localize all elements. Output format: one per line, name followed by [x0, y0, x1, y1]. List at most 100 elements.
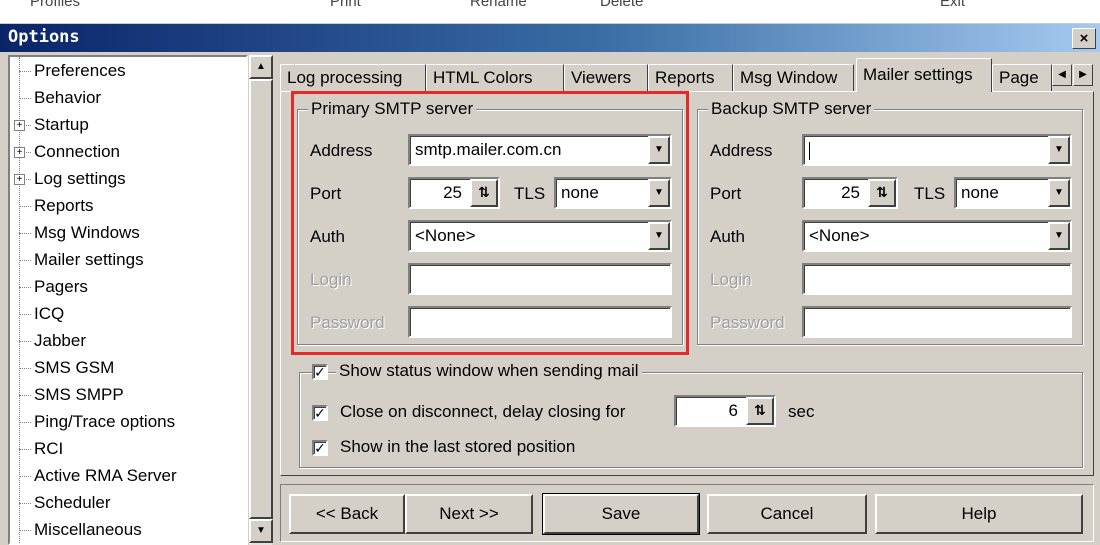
spin-button[interactable]: ⇅ [868, 179, 896, 207]
window-title: Options [8, 27, 80, 47]
tab-reports[interactable]: Reports [648, 64, 733, 92]
tree-item-label: ICQ [34, 304, 65, 323]
tree-item-label: Log settings [34, 169, 126, 188]
tree-connector [19, 98, 31, 99]
tab-pagers[interactable]: Page [992, 64, 1052, 92]
spin-button[interactable]: ⇅ [746, 397, 774, 425]
save-button[interactable]: Save [542, 493, 700, 535]
last-position-label: Show in the last stored position [340, 437, 576, 456]
scroll-down-button[interactable]: ▼ [249, 519, 273, 543]
back-button[interactable]: << Back [289, 494, 405, 534]
arrow-left-icon: ◀ [1058, 69, 1066, 80]
arrow-right-icon: ▶ [1079, 69, 1087, 80]
help-button[interactable]: Help [875, 494, 1083, 534]
backup-login-field[interactable] [802, 263, 1072, 295]
backup-auth-combo[interactable]: <None> ▼ [802, 220, 1072, 252]
cancel-button[interactable]: Cancel [707, 494, 867, 534]
expand-plus-icon[interactable]: + [14, 147, 25, 158]
background-app-strip: Profiles Print Rename Delete Exit [0, 0, 1100, 24]
tab-viewers[interactable]: Viewers [564, 64, 648, 92]
tab-label: Msg Window [740, 68, 838, 87]
tree-item-label: Pagers [34, 277, 88, 296]
tab-label: Page [999, 68, 1039, 87]
tab-log-processing[interactable]: Log processing [280, 64, 426, 92]
show-status-checkbox[interactable]: ✓ [312, 364, 328, 380]
backup-address-combo[interactable]: ▼ [802, 134, 1072, 166]
backup-password-field[interactable] [802, 306, 1072, 338]
close-icon: × [1079, 30, 1089, 47]
group-legend: Backup SMTP server [708, 99, 875, 119]
tree-connector [19, 449, 31, 450]
status-window-group: ✓ Show status window when sending mail ✓… [299, 361, 1083, 468]
tab-scroll-right-button[interactable]: ▶ [1073, 64, 1093, 86]
tree-item-label: Behavior [34, 88, 102, 107]
last-position-checkbox[interactable]: ✓ [312, 440, 328, 456]
close-on-disconnect-checkbox[interactable]: ✓ [312, 405, 328, 421]
button-label: Save [601, 504, 641, 523]
tree-item-label: Preferences [34, 61, 126, 80]
chevron-down-icon: ▼ [1054, 187, 1064, 198]
backup-port-spinner[interactable]: 25 ⇅ [802, 177, 898, 209]
background-label: Delete [600, 0, 644, 10]
tree-item-label: Active RMA Server [34, 466, 177, 485]
button-label: Help [961, 504, 997, 523]
chevron-down-icon: ▼ [1054, 230, 1064, 241]
title-bar: Options × [0, 24, 1100, 52]
tree-connector [19, 341, 31, 342]
tab-scroll-left-button[interactable]: ◀ [1052, 64, 1072, 86]
close-on-disconnect-label: Close on disconnect, delay closing for [340, 402, 626, 421]
dropdown-button[interactable]: ▼ [1048, 136, 1070, 164]
scroll-thumb[interactable] [249, 79, 273, 519]
field-value: <None> [809, 226, 870, 245]
delay-spinner[interactable]: 6 ⇅ [674, 395, 776, 427]
expand-plus-icon[interactable]: + [14, 174, 25, 185]
tab-msg-window[interactable]: Msg Window [733, 64, 854, 92]
backup-tls-combo[interactable]: none ▼ [954, 177, 1072, 209]
tree-item-label: SMS GSM [34, 358, 115, 377]
sec-label: sec [788, 402, 815, 421]
tab-html-colors[interactable]: HTML Colors [426, 64, 564, 92]
button-label: Next >> [439, 504, 499, 523]
button-label: Cancel [760, 504, 814, 523]
backup-smtp-group: Backup SMTP server Address ▼ Port 25 ⇅ T… [697, 99, 1083, 345]
tree-connector [19, 314, 31, 315]
tree-scrollbar[interactable]: ▲ ▼ [248, 55, 273, 545]
tree-connector [19, 260, 31, 261]
tree-connector [19, 503, 31, 504]
scroll-up-icon: ▲ [256, 61, 266, 72]
tree-connector [19, 476, 31, 477]
tab-bar: Log processing HTML Colors Viewers Repor… [280, 58, 1100, 92]
tree-connector [19, 71, 31, 72]
tree-item-label: Msg Windows [34, 223, 140, 242]
next-button[interactable]: Next >> [405, 494, 533, 534]
tree-item-label: Startup [34, 115, 89, 134]
scroll-up-button[interactable]: ▲ [249, 55, 273, 79]
expand-plus-icon[interactable]: + [14, 120, 25, 131]
checkmark-icon: ✓ [314, 440, 326, 456]
tree-item-label: Connection [34, 142, 121, 161]
spin-arrows-icon: ⇅ [876, 184, 888, 200]
button-bar: << Back Next >> Save Cancel Help [280, 484, 1094, 542]
tree-connector [19, 368, 31, 369]
field-value: none [961, 183, 999, 202]
spinner-value: 6 [728, 401, 738, 420]
password-label: Password [710, 313, 785, 332]
tree-connector [19, 530, 31, 531]
tab-mailer-settings[interactable]: Mailer settings [856, 58, 992, 92]
tree-connector [19, 287, 31, 288]
options-tree: Preferences Behavior + Startup + Connection + L… [8, 55, 248, 545]
spin-arrows-icon: ⇅ [754, 402, 766, 418]
tree-item-label: RCI [34, 439, 64, 458]
dropdown-button[interactable]: ▼ [1048, 179, 1070, 207]
tree-item-label: Ping/Trace options [34, 412, 176, 431]
highlight-box [291, 91, 689, 355]
login-label: Login [710, 270, 752, 289]
tab-label: Viewers [571, 68, 632, 87]
close-button[interactable]: × [1072, 28, 1096, 49]
tree-item-label: Scheduler [34, 493, 111, 512]
dropdown-button[interactable]: ▼ [1048, 222, 1070, 250]
tree-connector [19, 206, 31, 207]
tab-label: HTML Colors [433, 68, 533, 87]
tree-connector [19, 422, 31, 423]
tab-label: Reports [655, 68, 715, 87]
